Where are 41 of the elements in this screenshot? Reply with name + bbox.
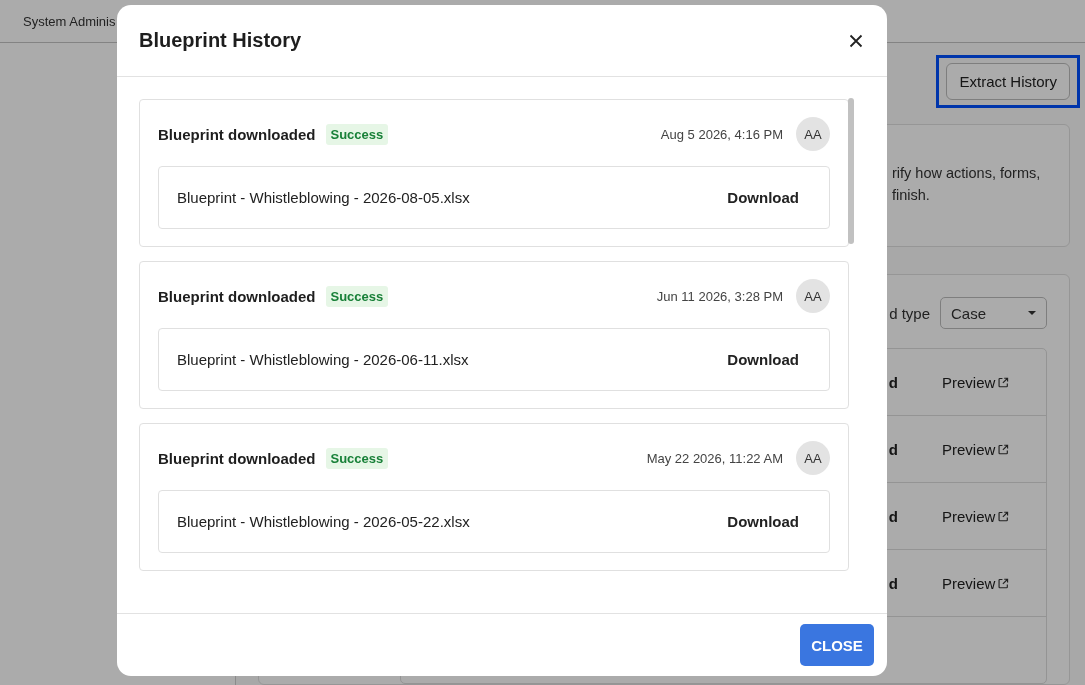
external-link-icon [998, 577, 1009, 589]
table-cell: d [888, 373, 898, 391]
timestamp: Jun 11 2026, 3:28 PM [656, 288, 783, 304]
table-cell: d [888, 440, 898, 458]
file-name: Blueprint - Whistleblowing - 2026-06-11.xlsx [177, 351, 469, 368]
file-name: Blueprint - Whistleblowing - 2026-05-22.xlsx [177, 513, 470, 530]
description-text: finish. [892, 187, 931, 204]
description-text: rify how actions, forms, [892, 165, 1041, 182]
extract-history-button[interactable]: Extract History [946, 63, 1070, 100]
close-icon[interactable] [849, 33, 863, 48]
table-cell: d [888, 507, 898, 525]
dialog-title: Blueprint History [139, 29, 302, 52]
entry-title: Blueprint downloaded [158, 125, 316, 143]
avatar: AA [796, 279, 830, 313]
type-select[interactable]: Case [940, 297, 1047, 329]
entry-title: Blueprint downloaded [158, 449, 316, 467]
scrollbar-thumb[interactable] [848, 98, 854, 244]
external-link-icon [998, 443, 1009, 455]
preview-link[interactable]: Preview [942, 574, 1009, 592]
timestamp: May 22 2026, 11:22 AM [646, 450, 783, 466]
preview-link[interactable]: Preview [942, 373, 1009, 391]
status-badge: Success [325, 285, 389, 307]
avatar: AA [796, 441, 830, 475]
external-link-icon [998, 376, 1009, 388]
file-name: Blueprint - Whistleblowing - 2026-08-05.xlsx [177, 189, 470, 206]
close-button[interactable]: CLOSE [800, 624, 874, 666]
table-cell: d [888, 574, 898, 592]
page-title: System Adminis [23, 13, 116, 29]
external-link-icon [998, 510, 1009, 522]
preview-link[interactable]: Preview [942, 440, 1009, 458]
avatar: AA [796, 117, 830, 151]
download-button[interactable]: Download [727, 351, 799, 368]
status-badge: Success [325, 123, 389, 145]
status-badge: Success [325, 447, 389, 469]
download-button[interactable]: Download [727, 513, 799, 530]
filter-label: d type [889, 304, 930, 322]
download-button[interactable]: Download [727, 189, 799, 206]
entry-title: Blueprint downloaded [158, 287, 316, 305]
preview-link[interactable]: Preview [942, 507, 1009, 525]
caret-icon [1028, 311, 1036, 315]
timestamp: Aug 5 2026, 4:16 PM [660, 126, 783, 142]
